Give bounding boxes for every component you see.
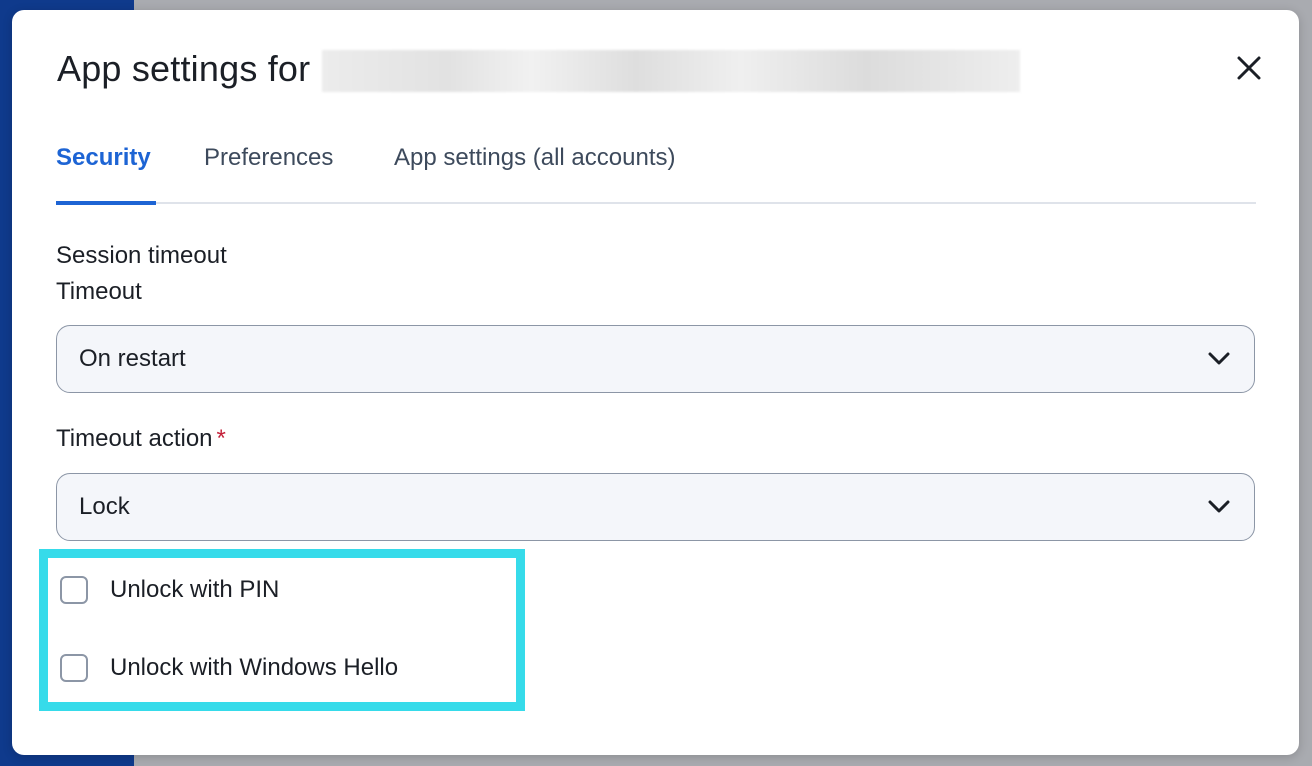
unlock-with-windows-hello-label: Unlock with Windows Hello: [110, 654, 399, 681]
unlock-with-pin-option[interactable]: Unlock with PIN: [60, 576, 279, 604]
section-title-session-timeout: Session timeout: [56, 242, 227, 269]
tab-security[interactable]: Security: [56, 144, 151, 198]
timeout-action-select[interactable]: Lock: [56, 473, 1255, 541]
timeout-action-label-text: Timeout action: [56, 425, 213, 452]
timeout-select[interactable]: On restart: [56, 325, 1255, 393]
close-icon: [1237, 56, 1261, 80]
tab-app-settings-all-accounts[interactable]: App settings (all accounts): [394, 144, 675, 198]
unlock-with-pin-checkbox[interactable]: [60, 576, 88, 604]
highlight-annotation: [39, 549, 525, 711]
timeout-action-label: Timeout action *: [56, 425, 226, 453]
chevron-down-icon: [1206, 494, 1232, 520]
unlock-with-windows-hello-checkbox[interactable]: [60, 654, 88, 682]
timeout-action-select-value: Lock: [79, 493, 130, 520]
timeout-label: Timeout: [56, 278, 142, 305]
unlock-with-pin-label: Unlock with PIN: [110, 576, 280, 603]
tab-bar: Security Preferences App settings (all a…: [56, 130, 1256, 205]
timeout-select-value: On restart: [79, 345, 186, 372]
app-settings-dialog: App settings for Security Preferences Ap…: [12, 10, 1299, 755]
dialog-title: App settings for: [57, 48, 311, 89]
unlock-with-windows-hello-option[interactable]: Unlock with Windows Hello: [60, 654, 398, 682]
required-indicator: *: [216, 425, 226, 452]
chevron-down-icon: [1206, 346, 1232, 372]
close-button[interactable]: [1234, 50, 1264, 86]
tab-preferences[interactable]: Preferences: [204, 144, 333, 198]
active-tab-indicator: [56, 201, 156, 205]
redacted-account-name: [322, 50, 1020, 92]
